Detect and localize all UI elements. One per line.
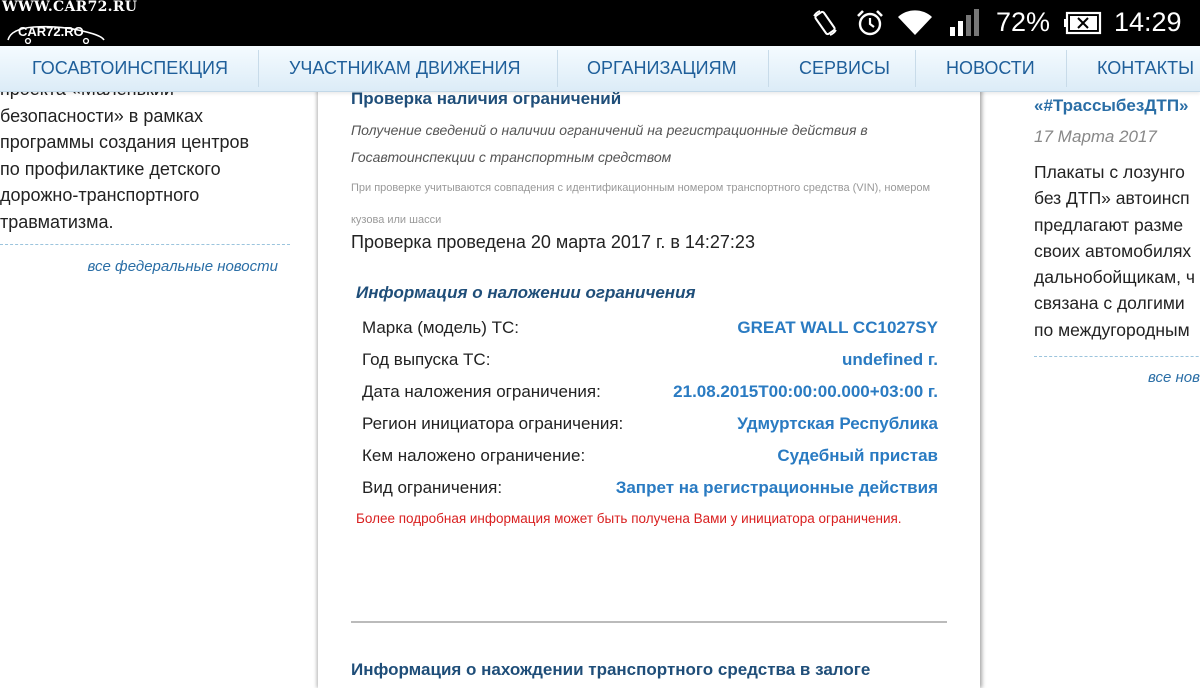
detail-value: GREAT WALL CC1027SY	[737, 318, 938, 337]
news-date: 17 Марта 2017	[1034, 127, 1157, 146]
main-navigation: ГОСАВТОИНСПЕКЦИЯ УЧАСТНИКАМ ДВИЖЕНИЯ ОРГ…	[0, 46, 1200, 92]
left-news-line: безопасности» в рамках	[0, 105, 204, 126]
detail-row-year: Год выпуска ТС: undefined г.	[362, 344, 938, 376]
nav-separator	[1066, 50, 1067, 87]
clock-time: 14:29	[1114, 7, 1182, 37]
detail-row-type: Вид ограничения: Запрет на регистрационн…	[362, 472, 938, 504]
battery-percent: 72%	[996, 7, 1051, 37]
watermark-url: WWW.CAR72.RU	[2, 0, 138, 15]
right-news-text: Плакаты с лозунго без ДТП» автоинсп пред…	[1034, 159, 1200, 343]
right-divider	[1034, 356, 1200, 357]
nav-item-news[interactable]: НОВОСТИ	[946, 46, 1035, 91]
watermark-logo: CAR72.RO	[6, 20, 106, 44]
all-federal-news-link[interactable]: все федеральные новости	[88, 258, 278, 275]
nav-separator	[258, 50, 259, 87]
check-timestamp: Проверка проведена 20 марта 2017 г. в 14…	[351, 232, 755, 252]
news-title-link[interactable]: «#ТрассыбезДТП»	[1034, 96, 1189, 116]
nav-item-participants[interactable]: УЧАСТНИКАМ ДВИЖЕНИЯ	[289, 46, 521, 91]
detail-label: Регион инициатора ограничения:	[362, 414, 624, 433]
detail-label: Год выпуска ТС:	[362, 350, 491, 369]
detail-label: Дата наложения ограничения:	[362, 382, 601, 401]
all-news-link[interactable]: все нов	[1148, 369, 1200, 386]
detail-value: Судебный пристав	[777, 446, 938, 465]
vin-note: При проверке учитываются совпадения с ид…	[351, 182, 931, 226]
left-news-line: по профилактике детского	[0, 158, 221, 179]
right-news-line: связана с долгими	[1034, 293, 1185, 314]
detail-row-imposed-by: Кем наложено ограничение: Судебный прист…	[362, 440, 938, 472]
nav-item-contacts[interactable]: КОНТАКТЫ	[1097, 46, 1194, 91]
battery-icon	[1064, 11, 1102, 35]
android-status-bar: WWW.CAR72.RU CAR72.RO 72% 14:29	[0, 0, 1200, 46]
nav-separator	[557, 50, 558, 87]
restriction-details: Марка (модель) ТС: GREAT WALL CC1027SY Г…	[362, 312, 938, 504]
detail-value: 21.08.2015T00:00:00.000+03:00 г.	[673, 382, 938, 401]
left-news-line: дорожно-транспортного	[0, 185, 200, 205]
detail-row-date: Дата наложения ограничения: 21.08.2015T0…	[362, 376, 938, 408]
nav-separator	[768, 50, 769, 87]
left-divider	[0, 244, 290, 245]
pledge-section-title: Информация о нахождении транспортного ср…	[351, 660, 871, 679]
restriction-check-card: Проверка наличия ограничений Получение с…	[318, 88, 980, 688]
detail-label: Вид ограничения:	[362, 478, 503, 497]
nav-separator	[915, 50, 916, 87]
right-news-column: «#ТрассыбезДТП» 17 Марта 2017 Плакаты с …	[1000, 0, 1200, 675]
watermark-logo-text: CAR72.RO	[18, 24, 84, 39]
section-divider	[351, 621, 947, 623]
wifi-icon	[898, 10, 932, 35]
right-news-line: Плакаты с лозунго	[1034, 162, 1185, 182]
right-news-line: по междугородным	[1034, 319, 1190, 340]
detail-value: undefined г.	[841, 350, 938, 369]
nav-item-organizations[interactable]: ОРГАНИЗАЦИЯМ	[587, 46, 737, 91]
detail-row-model: Марка (модель) ТС: GREAT WALL CC1027SY	[362, 312, 938, 344]
detail-value: Удмуртская Республика	[737, 414, 938, 433]
rotate-icon	[813, 10, 837, 36]
signal-icon	[950, 9, 979, 36]
nav-item-gosavtoinspekciya[interactable]: ГОСАВТОИНСПЕКЦИЯ	[32, 46, 228, 91]
right-news-line: предлагают разме	[1034, 214, 1184, 235]
detail-row-region: Регион инициатора ограничения: Удмуртска…	[362, 408, 938, 440]
left-news-line: программы создания центров	[0, 132, 250, 152]
nav-item-services[interactable]: СЕРВИСЫ	[799, 46, 890, 91]
section-description: Получение сведений о наличии ограничений…	[351, 122, 868, 165]
right-news-line: своих автомобилях	[1034, 240, 1192, 261]
left-news-column: проекта «Маленький безопасности» в рамка…	[0, 0, 300, 675]
detail-label: Кем наложено ограничение:	[362, 446, 586, 465]
section-title: Проверка наличия ограничений	[351, 89, 622, 108]
restriction-info-title: Информация о наложении ограничения	[356, 283, 696, 302]
more-info-warning: Более подробная информация может быть по…	[356, 511, 902, 526]
right-news-line: без ДТП» автоинсп	[1034, 188, 1190, 209]
left-news-text: проекта «Маленький безопасности» в рамка…	[0, 76, 290, 235]
alarm-icon	[857, 10, 883, 36]
right-news-line: дальнобойщикам, ч	[1034, 267, 1196, 288]
detail-label: Марка (модель) ТС:	[362, 318, 520, 337]
left-news-line: травматизма.	[0, 211, 114, 232]
detail-value: Запрет на регистрационные действия	[615, 478, 938, 497]
